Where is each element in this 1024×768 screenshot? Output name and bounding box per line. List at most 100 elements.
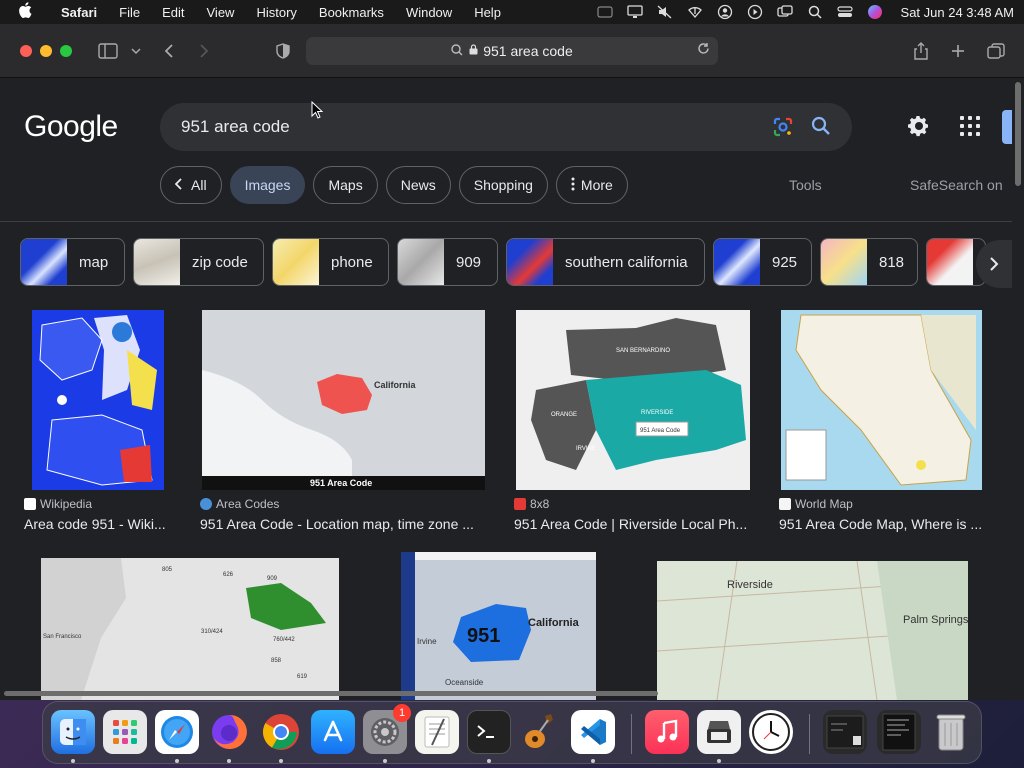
search-box[interactable]: 951 area code xyxy=(160,103,852,151)
result-title[interactable]: 951 Area Code - Location map, time zone … xyxy=(200,516,474,532)
result-source[interactable]: 8x8 xyxy=(514,497,549,511)
result-title[interactable]: 951 Area Code Map, Where is ... xyxy=(779,516,982,532)
image-result-7[interactable]: Riverside Palm Springs xyxy=(657,561,968,700)
tab-all[interactable]: All xyxy=(160,166,222,204)
siri-icon[interactable] xyxy=(867,4,883,20)
wifi-off-icon[interactable] xyxy=(687,4,703,20)
tab-overview-icon[interactable] xyxy=(984,39,1008,63)
tab-shopping[interactable]: Shopping xyxy=(458,166,548,204)
chip-phone[interactable]: phone xyxy=(272,238,389,286)
result-image[interactable]: San Francisco 310/424 760/442 858 619 90… xyxy=(41,558,339,700)
app-store-icon[interactable] xyxy=(311,710,355,754)
share-icon[interactable] xyxy=(909,39,933,63)
chip-925[interactable]: 925 xyxy=(713,238,812,286)
new-tab-icon[interactable] xyxy=(946,39,970,63)
image-result-1[interactable]: Wikipedia Area code 951 - Wiki... xyxy=(24,310,174,535)
result-title[interactable]: Area code 951 - Wiki... xyxy=(24,516,166,532)
result-image[interactable]: Riverside Palm Springs xyxy=(657,561,968,700)
vertical-scrollbar[interactable] xyxy=(1012,78,1024,700)
chip-909[interactable]: 909 xyxy=(397,238,498,286)
privacy-shield-icon[interactable] xyxy=(271,39,295,63)
address-bar[interactable]: 951 area code xyxy=(306,37,718,65)
tab-group-chevron-icon[interactable] xyxy=(124,39,148,63)
garageband-icon[interactable] xyxy=(519,710,563,754)
zoom-window-button[interactable] xyxy=(60,45,72,57)
vertical-scroll-thumb[interactable] xyxy=(1015,82,1021,186)
apple-menu-icon[interactable] xyxy=(18,2,38,22)
image-result-2[interactable]: California 951 Area Code Area Codes 951 … xyxy=(200,310,500,535)
result-image[interactable]: 951 California Irvine Oceanside xyxy=(401,552,596,700)
minimized-window-2-icon[interactable] xyxy=(877,710,921,754)
sign-in-button-edge[interactable] xyxy=(1002,110,1012,144)
tab-more[interactable]: More xyxy=(555,166,628,204)
horizontal-scroll-thumb[interactable] xyxy=(4,691,658,696)
menu-edit[interactable]: Edit xyxy=(151,5,195,20)
result-source[interactable]: Wikipedia xyxy=(24,497,92,511)
system-settings-icon[interactable]: 1 xyxy=(363,704,411,754)
user-account-icon[interactable] xyxy=(717,4,733,20)
minimized-window-1-icon[interactable] xyxy=(823,710,867,754)
chip-zip-code[interactable]: zip code xyxy=(133,238,264,286)
chrome-icon[interactable] xyxy=(259,710,303,754)
menu-app-name[interactable]: Safari xyxy=(50,5,108,20)
launchpad-icon[interactable] xyxy=(103,710,147,754)
safari-icon[interactable] xyxy=(155,710,199,754)
chip-818[interactable]: 818 xyxy=(820,238,918,286)
minimize-window-button[interactable] xyxy=(40,45,52,57)
trash-icon[interactable] xyxy=(929,710,973,754)
forward-icon[interactable] xyxy=(192,39,216,63)
spotlight-search-icon[interactable] xyxy=(807,4,823,20)
textedit-icon[interactable] xyxy=(415,710,459,754)
result-image[interactable]: California 951 Area Code xyxy=(202,310,485,490)
tab-maps[interactable]: Maps xyxy=(313,166,378,204)
menu-help[interactable]: Help xyxy=(463,5,512,20)
back-icon[interactable] xyxy=(157,39,181,63)
clock-icon[interactable] xyxy=(749,710,793,754)
terminal-icon[interactable] xyxy=(467,710,511,754)
google-lens-icon[interactable] xyxy=(772,116,794,138)
tab-images[interactable]: Images xyxy=(229,166,306,204)
menu-bookmarks[interactable]: Bookmarks xyxy=(308,5,395,20)
reload-icon[interactable] xyxy=(697,42,710,58)
mute-icon[interactable] xyxy=(657,4,673,20)
stage-manager-icon[interactable] xyxy=(596,4,613,20)
screen-mirroring-icon[interactable] xyxy=(776,4,793,20)
map-label-california: California xyxy=(528,617,580,629)
result-image[interactable] xyxy=(32,310,164,490)
google-logo[interactable]: Google xyxy=(24,110,118,144)
result-image[interactable]: SAN BERNARDINO RIVERSIDE ORANGE IRVINE 9… xyxy=(516,310,750,490)
safesearch-button[interactable]: SafeSearch on xyxy=(910,177,1003,193)
image-capture-icon[interactable] xyxy=(697,710,741,754)
image-result-3[interactable]: SAN BERNARDINO RIVERSIDE ORANGE IRVINE 9… xyxy=(514,310,759,535)
menu-file[interactable]: File xyxy=(108,5,151,20)
display-icon[interactable] xyxy=(626,4,643,20)
sidebar-toggle-icon[interactable] xyxy=(96,39,120,63)
result-source[interactable]: World Map xyxy=(779,497,853,511)
result-image[interactable] xyxy=(781,310,982,490)
chip-map[interactable]: map xyxy=(20,238,125,286)
search-submit-icon[interactable] xyxy=(810,115,832,137)
search-query-text[interactable]: 951 area code xyxy=(181,117,290,137)
finder-icon[interactable] xyxy=(51,710,95,754)
music-icon[interactable] xyxy=(645,710,689,754)
chip-southern-california[interactable]: southern california xyxy=(506,238,705,286)
result-title[interactable]: 951 Area Code | Riverside Local Ph... xyxy=(514,516,747,532)
horizontal-scrollbar[interactable] xyxy=(0,690,1012,698)
image-result-6[interactable]: 951 California Irvine Oceanside xyxy=(401,552,596,700)
menu-view[interactable]: View xyxy=(196,5,246,20)
settings-gear-icon[interactable] xyxy=(907,114,931,138)
google-apps-grid-icon[interactable] xyxy=(960,116,980,136)
close-window-button[interactable] xyxy=(20,45,32,57)
control-center-icon[interactable] xyxy=(836,4,853,20)
firefox-icon[interactable] xyxy=(207,710,251,754)
play-circle-icon[interactable] xyxy=(747,4,763,20)
menu-history[interactable]: History xyxy=(245,5,307,20)
tools-button[interactable]: Tools xyxy=(789,177,822,193)
menu-window[interactable]: Window xyxy=(395,5,463,20)
vscode-icon[interactable] xyxy=(571,710,615,754)
image-result-4[interactable]: World Map 951 Area Code Map, Where is ..… xyxy=(779,310,994,535)
image-result-5[interactable]: San Francisco 310/424 760/442 858 619 90… xyxy=(41,558,339,700)
result-source[interactable]: Area Codes xyxy=(200,497,279,511)
tab-news[interactable]: News xyxy=(385,166,451,204)
menu-clock[interactable]: Sat Jun 24 3:48 AM xyxy=(901,5,1014,20)
